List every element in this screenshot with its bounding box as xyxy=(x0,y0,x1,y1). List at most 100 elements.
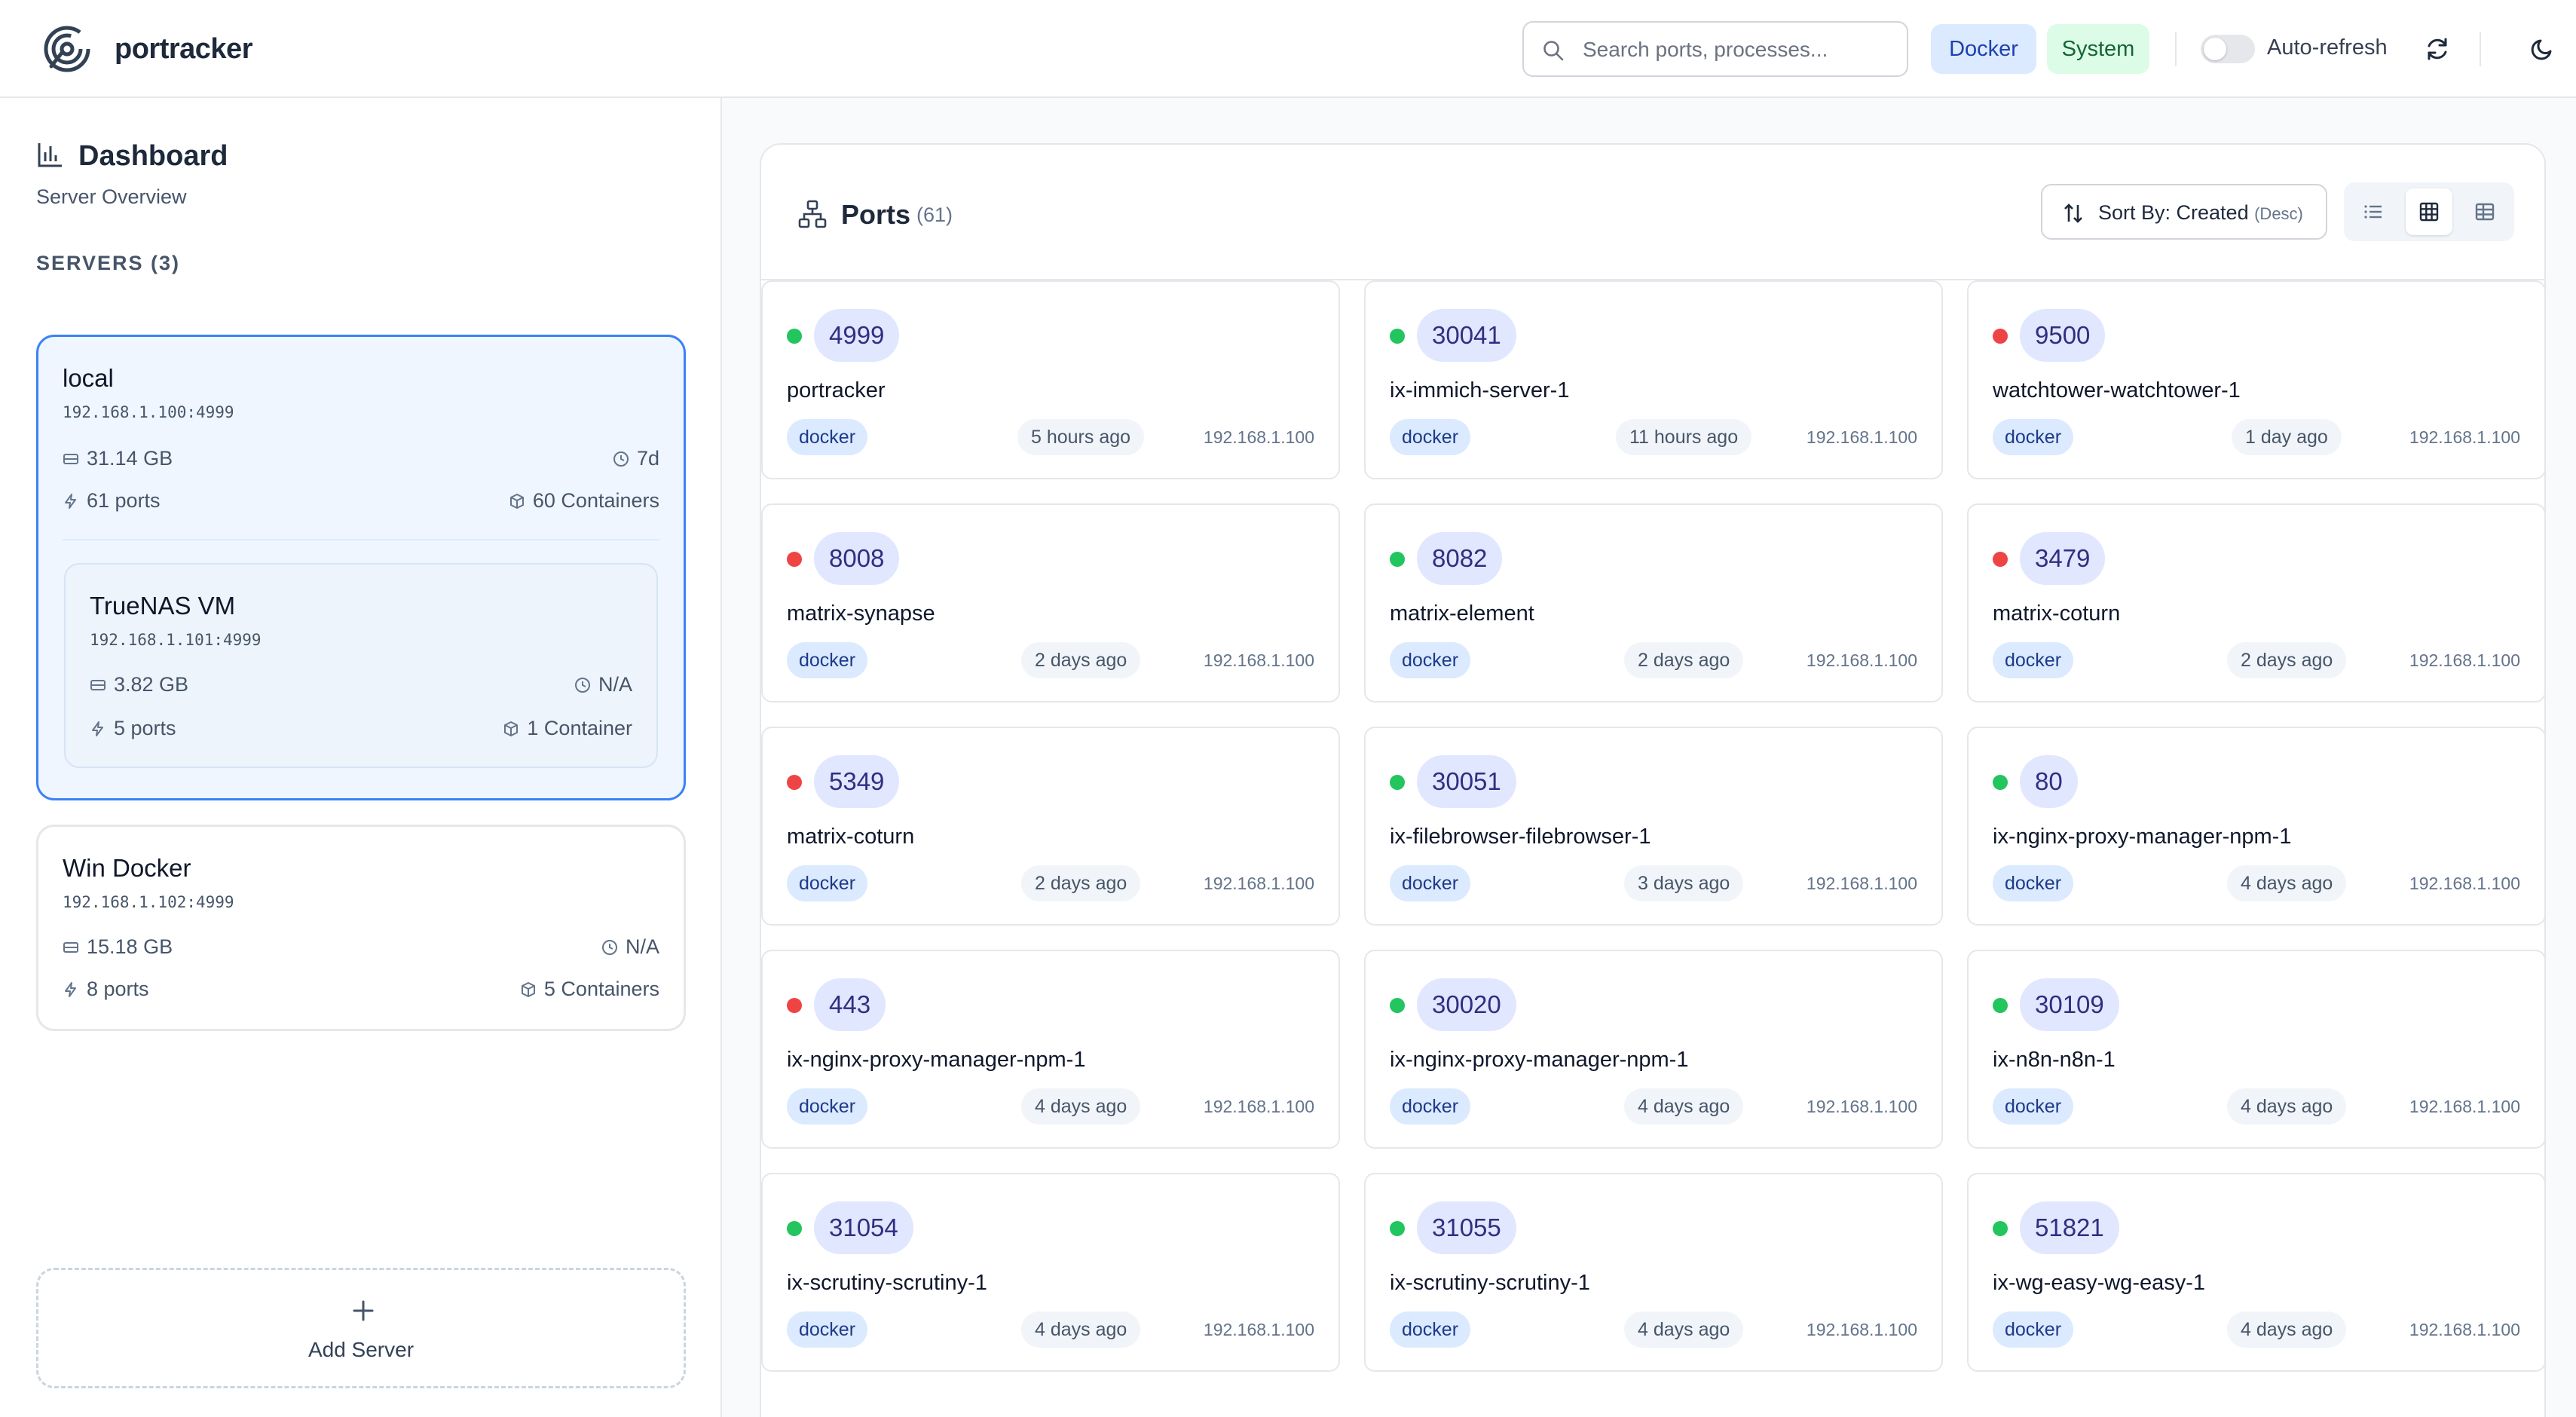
system-filter-button[interactable]: System xyxy=(2047,24,2149,74)
process-name: matrix-element xyxy=(1390,601,1534,626)
port-card[interactable]: 9500 watchtower-watchtower-1 docker 1 day a… xyxy=(1967,280,2544,479)
created-time: 2 days ago xyxy=(1021,642,1141,678)
port-card[interactable]: 3479 matrix-coturn docker 2 days ago 192.168… xyxy=(1967,503,2544,702)
clock-icon xyxy=(601,939,617,955)
sidebar: Dashboard Server Overview SERVERS (3) lo… xyxy=(0,98,722,1417)
process-name: ix-scrutiny-scrutiny-1 xyxy=(1390,1271,1590,1295)
created-time: 11 hours ago xyxy=(1616,419,1752,455)
port-card[interactable]: 8008 matrix-synapse docker 2 days ago 192.16… xyxy=(761,503,1340,702)
source-badge: docker xyxy=(1390,642,1471,678)
port-card[interactable]: 4999 portracker docker 5 hours ago 192.168.1… xyxy=(761,280,1340,479)
sort-button[interactable]: Sort By: Created (Desc) xyxy=(2041,184,2327,240)
theme-moon-icon[interactable] xyxy=(2528,35,2556,63)
port-card[interactable]: 31055 ix-scrutiny-scrutiny-1 docker 4 days … xyxy=(1364,1173,1943,1372)
port-card[interactable]: 8082 matrix-element docker 2 days ago 192.16… xyxy=(1364,503,1943,702)
port-number[interactable]: 3479 xyxy=(2020,532,2106,585)
status-dot xyxy=(1390,1221,1405,1236)
plus-icon xyxy=(353,1300,374,1321)
server-name: local xyxy=(63,364,114,392)
port-card[interactable]: 31054 ix-scrutiny-scrutiny-1 docker 4 days … xyxy=(761,1173,1340,1372)
containers-value: 60 Containers xyxy=(532,489,659,512)
server-card-truenas-vm[interactable]: TrueNAS VM 192.168.1.101:4999 3.82 GB N/… xyxy=(64,563,658,768)
table-view-button[interactable] xyxy=(2461,188,2508,235)
process-name: ix-nginx-proxy-manager-npm-1 xyxy=(787,1048,1086,1072)
server-divider xyxy=(63,539,659,540)
host-ip: 192.168.1.100 xyxy=(2409,650,2520,670)
source-badge: docker xyxy=(787,419,868,455)
created-time: 2 days ago xyxy=(2227,642,2347,678)
port-number[interactable]: 8082 xyxy=(1417,532,1503,585)
port-number[interactable]: 30020 xyxy=(1417,978,1516,1031)
clock-icon xyxy=(613,451,629,467)
storage-icon xyxy=(63,941,78,953)
host-ip: 192.168.1.100 xyxy=(2409,874,2520,893)
zap-icon xyxy=(92,721,103,736)
server-containers: 60 Containers xyxy=(509,489,659,513)
ports-value: 61 ports xyxy=(87,489,161,512)
server-ports: 61 ports xyxy=(63,489,161,513)
port-number[interactable]: 30051 xyxy=(1417,755,1516,808)
port-number[interactable]: 4999 xyxy=(814,309,900,362)
port-number[interactable]: 31054 xyxy=(814,1201,913,1254)
search-input[interactable] xyxy=(1583,33,1892,66)
auto-refresh-label: Auto-refresh xyxy=(2267,35,2388,60)
server-uptime: N/A xyxy=(574,673,632,696)
sort-arrows-icon xyxy=(2064,204,2082,223)
host-ip: 192.168.1.100 xyxy=(1806,874,1917,893)
port-number[interactable]: 443 xyxy=(814,978,886,1031)
storage-icon xyxy=(63,453,78,464)
refresh-icon[interactable] xyxy=(2423,35,2452,63)
server-storage: 31.14 GB xyxy=(63,447,173,470)
sort-field: Sort By: Created xyxy=(2098,201,2249,224)
storage-value: 31.14 GB xyxy=(87,447,173,470)
status-dot xyxy=(787,552,802,567)
created-time: 4 days ago xyxy=(2227,865,2347,901)
search-box[interactable] xyxy=(1522,21,1908,77)
host-ip: 192.168.1.100 xyxy=(1203,1097,1314,1116)
port-card[interactable]: 80 ix-nginx-proxy-manager-npm-1 docker 4 da… xyxy=(1967,727,2544,926)
storage-value: 15.18 GB xyxy=(87,935,173,958)
port-number[interactable]: 51821 xyxy=(2020,1201,2119,1254)
add-server-button[interactable]: Add Server xyxy=(36,1268,686,1388)
port-card[interactable]: 443 ix-nginx-proxy-manager-npm-1 docker 4 d… xyxy=(761,950,1340,1149)
server-uptime: N/A xyxy=(601,935,659,959)
port-card[interactable]: 30109 ix-n8n-n8n-1 docker 4 days ago 192.168… xyxy=(1967,950,2544,1149)
ports-header: Ports (61) Sort By: Created (Desc) xyxy=(761,145,2544,280)
port-card[interactable]: 51821 ix-wg-easy-wg-easy-1 docker 4 days ag… xyxy=(1967,1173,2544,1372)
server-name: TrueNAS VM xyxy=(90,592,236,620)
port-card[interactable]: 5349 matrix-coturn docker 2 days ago 192.168… xyxy=(761,727,1340,926)
port-number[interactable]: 5349 xyxy=(814,755,900,808)
port-number[interactable]: 31055 xyxy=(1417,1201,1516,1254)
port-number[interactable]: 30041 xyxy=(1417,309,1516,362)
list-view-button[interactable] xyxy=(2350,188,2397,235)
port-card[interactable]: 30051 ix-filebrowser-filebrowser-1 docker 3… xyxy=(1364,727,1943,926)
server-storage: 3.82 GB xyxy=(90,673,188,696)
source-badge: docker xyxy=(787,642,868,678)
server-card-win-docker[interactable]: Win Docker 192.168.1.102:4999 15.18 GB N… xyxy=(36,825,686,1031)
source-badge: docker xyxy=(1390,419,1471,455)
grid-view-button[interactable] xyxy=(2406,188,2452,235)
port-card[interactable]: 30020 ix-nginx-proxy-manager-npm-1 docker 4… xyxy=(1364,950,1943,1149)
add-server-label: Add Server xyxy=(307,1338,415,1361)
auto-refresh-toggle[interactable] xyxy=(2201,35,2255,63)
created-time: 4 days ago xyxy=(1624,1311,1744,1348)
port-number[interactable]: 8008 xyxy=(814,532,900,585)
ports-value: 8 ports xyxy=(87,978,149,1000)
source-badge: docker xyxy=(1390,1311,1471,1348)
process-name: matrix-coturn xyxy=(787,825,915,849)
storage-value: 3.82 GB xyxy=(114,673,189,696)
process-name: ix-wg-easy-wg-easy-1 xyxy=(1993,1271,2206,1295)
port-number[interactable]: 30109 xyxy=(2020,978,2119,1031)
portracker-logo-icon[interactable] xyxy=(42,24,92,74)
port-number[interactable]: 9500 xyxy=(2020,309,2106,362)
port-number[interactable]: 80 xyxy=(2020,755,2078,808)
docker-filter-button[interactable]: Docker xyxy=(1931,24,2036,74)
source-badge: docker xyxy=(1390,865,1471,901)
server-card-local[interactable]: local 192.168.1.100:4999 31.14 GB 7d 61 … xyxy=(36,335,686,800)
status-dot xyxy=(1993,329,2008,344)
source-badge: docker xyxy=(1993,642,2074,678)
process-name: ix-nginx-proxy-manager-npm-1 xyxy=(1390,1048,1689,1072)
status-dot xyxy=(1390,552,1405,567)
port-card[interactable]: 30041 ix-immich-server-1 docker 11 hours ag… xyxy=(1364,280,1943,479)
ports-title: Ports xyxy=(841,199,911,230)
